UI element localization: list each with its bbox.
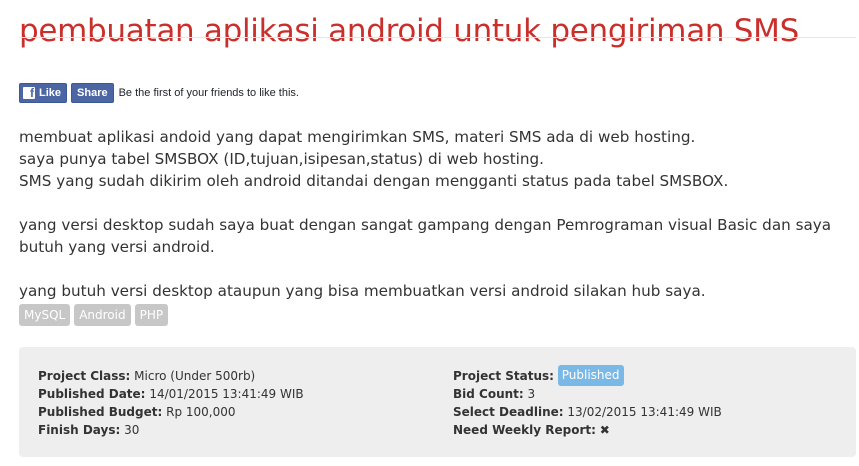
published-date-value: 14/01/2015 13:41:49 WIB <box>149 387 304 401</box>
facebook-share-button[interactable]: Share <box>71 82 114 103</box>
weekly-report-label: Need Weekly Report: <box>453 423 596 437</box>
project-class-value: Micro (Under 500rb) <box>134 369 256 383</box>
published-date-label: Published Date: <box>38 387 146 401</box>
bid-count-row: Bid Count: 3 <box>453 385 722 403</box>
finish-days-value: 30 <box>124 423 140 437</box>
select-deadline-value: 13/02/2015 13:41:49 WIB <box>567 405 722 419</box>
description-paragraph: yang versi desktop sudah saya buat denga… <box>19 216 832 256</box>
description-line: membuat aplikasi andoid yang dapat mengi… <box>19 128 696 146</box>
published-budget-row: Published Budget: Rp 100,000 <box>38 403 304 421</box>
finish-days-row: Finish Days: 30 <box>38 421 304 439</box>
published-budget-value: Rp 100,000 <box>166 405 236 419</box>
select-deadline-row: Select Deadline: 13/02/2015 13:41:49 WIB <box>453 403 722 421</box>
project-class-label: Project Class: <box>38 369 131 383</box>
project-info-panel: Project Class: Micro (Under 500rb) Publi… <box>19 347 856 457</box>
description-paragraph: yang butuh versi desktop ataupun yang bi… <box>19 282 706 300</box>
tag-list: MySQL Android PHP <box>19 304 172 326</box>
bid-count-label: Bid Count: <box>453 387 524 401</box>
facebook-like-bar: f Like Share Be the first of your friend… <box>19 82 299 103</box>
description-line: saya punya tabel SMSBOX (ID,tujuan,isipe… <box>19 150 544 168</box>
published-budget-label: Published Budget: <box>38 405 163 419</box>
tag-php[interactable]: PHP <box>134 304 169 326</box>
project-info-left: Project Class: Micro (Under 500rb) Publi… <box>38 367 304 439</box>
facebook-icon: f <box>23 86 35 99</box>
tag-android[interactable]: Android <box>74 304 131 326</box>
facebook-like-label: Like <box>39 86 62 99</box>
title-divider <box>19 37 856 38</box>
select-deadline-label: Select Deadline: <box>453 405 564 419</box>
bid-count-value: 3 <box>527 387 536 401</box>
status-badge: Published <box>557 364 624 386</box>
project-status-row: Project Status: Published <box>453 364 722 386</box>
project-info-right: Project Status: Published Bid Count: 3 S… <box>453 364 722 439</box>
facebook-social-text: Be the first of your friends to like thi… <box>118 86 299 99</box>
page-title: pembuatan aplikasi android untuk pengiri… <box>19 12 799 49</box>
x-mark-icon: ✖ <box>599 423 610 437</box>
facebook-like-button[interactable]: f Like <box>19 82 68 103</box>
project-class-row: Project Class: Micro (Under 500rb) <box>38 367 304 385</box>
project-description: membuat aplikasi andoid yang dapat mengi… <box>19 126 849 302</box>
tag-mysql[interactable]: MySQL <box>19 304 71 326</box>
facebook-share-label: Share <box>77 86 108 99</box>
description-line: SMS yang sudah dikirim oleh android dita… <box>19 172 729 190</box>
weekly-report-row: Need Weekly Report: ✖ <box>453 421 722 439</box>
finish-days-label: Finish Days: <box>38 423 121 437</box>
project-status-label: Project Status: <box>453 369 554 383</box>
published-date-row: Published Date: 14/01/2015 13:41:49 WIB <box>38 385 304 403</box>
